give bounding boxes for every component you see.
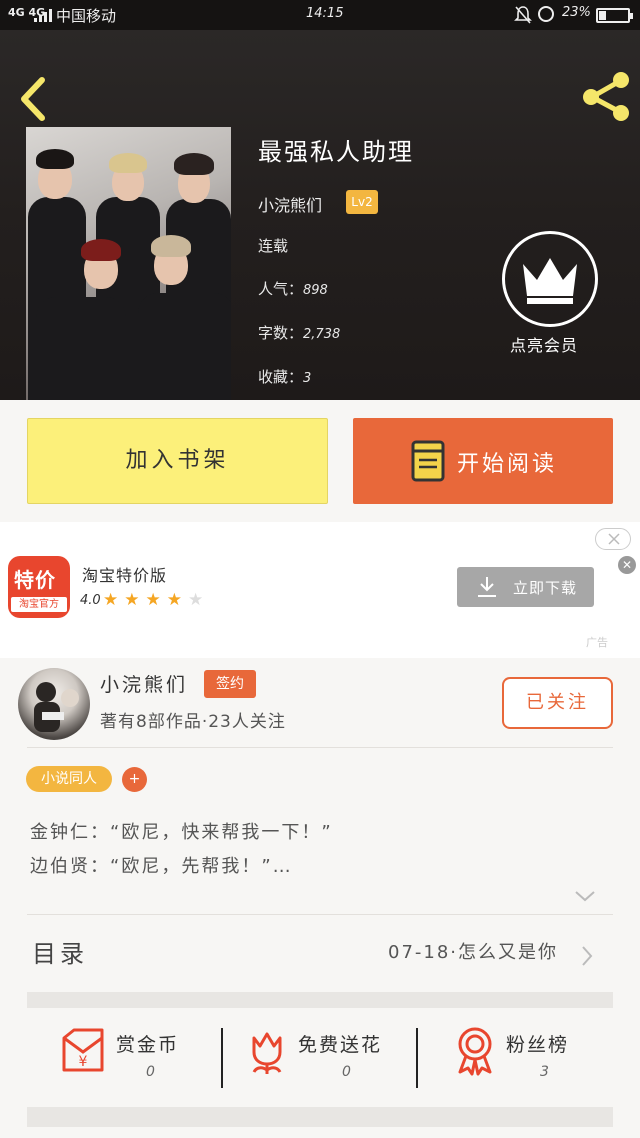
bell-muted-icon [514, 5, 532, 29]
stat-divider [221, 1028, 223, 1088]
toc-title[interactable]: 目录 [32, 934, 88, 969]
status-bar: 4G 4G 中国移动 14:15 23% [0, 0, 640, 30]
popularity-label: 人气： [258, 280, 304, 298]
red-envelope-icon: ¥ [62, 1028, 104, 1072]
book-title: 最强私人助理 [258, 138, 414, 166]
author-stats: 著有8部作品·23人关注 [100, 712, 286, 732]
close-icon [608, 533, 620, 545]
ad-app-name: 淘宝特价版 [82, 566, 168, 585]
section-spacer [27, 992, 613, 1008]
ad-logo-text: 特价 [14, 568, 56, 592]
book-cover[interactable] [26, 127, 231, 400]
ad-logo-subtext: 淘宝官方 [11, 597, 67, 612]
author-name[interactable]: 小浣熊们 [100, 670, 188, 697]
vip-button[interactable] [502, 231, 598, 327]
star-icon: ★ [166, 590, 182, 610]
favorites-label: 收藏： [258, 368, 304, 386]
ad-download-button[interactable]: 立即下载 [457, 567, 594, 607]
start-reading-button[interactable]: 开始阅读 [353, 418, 613, 504]
divider [27, 914, 613, 915]
expand-description-button[interactable] [573, 888, 597, 902]
reward-coins-label: 赏金币 [116, 1034, 180, 1056]
description-line-2: 边伯贤：“欧尼，先帮我！”… [30, 856, 293, 877]
send-flower-value: 0 [342, 1064, 351, 1080]
flower-icon [252, 1032, 282, 1074]
ad-dismiss-icon[interactable]: ✕ [618, 556, 636, 574]
genre-tag[interactable]: 小说同人 [26, 766, 112, 792]
send-flower-label: 免费送花 [298, 1034, 383, 1056]
author-avatar[interactable] [18, 668, 90, 740]
fan-ranking-value: 3 [540, 1064, 549, 1080]
level-badge: Lv2 [346, 190, 378, 214]
favorites-value: 3 [303, 371, 312, 386]
back-arrow-icon [21, 77, 45, 121]
battery-percent: 23% [562, 5, 591, 20]
ad-tag: 广告 [586, 636, 608, 649]
star-icon: ★ [124, 590, 140, 610]
ad-download-label: 立即下载 [513, 579, 578, 597]
ad-app-logo: 特价 淘宝官方 [8, 556, 70, 618]
chevron-down-icon [575, 891, 595, 902]
svg-text:¥: ¥ [79, 1054, 88, 1070]
follow-button[interactable]: 已关注 [502, 677, 613, 729]
ad-close-button[interactable] [595, 528, 631, 550]
avatar-image [34, 682, 79, 732]
share-button[interactable] [578, 70, 634, 122]
toc-open-button[interactable] [580, 945, 594, 967]
ad-stars: ★ ★ ★ ★ ★ [103, 590, 203, 610]
carrier-name: 中国移动 [56, 7, 117, 25]
back-button[interactable] [16, 74, 52, 124]
word-count-value: 2,738 [303, 327, 341, 342]
start-reading-label: 开始阅读 [457, 452, 558, 477]
popularity-row: 人气：898 [258, 278, 328, 299]
star-empty-icon: ★ [188, 590, 204, 610]
ad-rating: 4.0 [80, 593, 101, 608]
divider [27, 747, 613, 748]
popularity-value: 898 [303, 283, 328, 298]
book-icon [411, 440, 445, 482]
word-count-row: 字数：2,738 [258, 322, 340, 343]
toc-latest-chapter[interactable]: 07-18·怎么又是你 [388, 938, 558, 964]
vip-label[interactable]: 点亮会员 [510, 332, 578, 356]
book-header: 最强私人助理 小浣熊们 Lv2 连载 人气：898 字数：2,738 收藏：3 … [0, 30, 640, 400]
ad-banner[interactable]: 特价 淘宝官方 淘宝特价版 4.0 ★ ★ ★ ★ ★ 立即下载 ✕ 广告 [0, 522, 640, 658]
battery-icon [596, 8, 633, 23]
signal-icon [34, 8, 52, 22]
add-to-shelf-button[interactable]: 加入书架 [27, 418, 328, 504]
fan-ranking-label: 粉丝榜 [506, 1034, 570, 1056]
section-spacer [27, 1107, 613, 1127]
word-count-label: 字数： [258, 324, 304, 342]
download-icon [478, 577, 496, 597]
clock: 14:15 [306, 6, 344, 21]
add-tag-button[interactable]: + [122, 767, 147, 792]
star-icon: ★ [103, 590, 119, 610]
alarm-icon [538, 6, 554, 22]
share-icon [583, 72, 629, 121]
stat-divider [416, 1028, 418, 1088]
crown-icon [523, 258, 577, 304]
signed-badge: 签约 [204, 670, 256, 698]
medal-icon [458, 1027, 492, 1076]
description-line-1: 金钟仁：“欧尼，快来帮我一下！” [30, 822, 333, 843]
serial-status: 连载 [258, 237, 289, 255]
reward-coins-value: 0 [146, 1064, 155, 1080]
chevron-right-icon [582, 946, 593, 966]
book-author[interactable]: 小浣熊们 [258, 192, 322, 216]
favorites-row: 收藏：3 [258, 366, 311, 387]
star-icon: ★ [145, 590, 161, 610]
